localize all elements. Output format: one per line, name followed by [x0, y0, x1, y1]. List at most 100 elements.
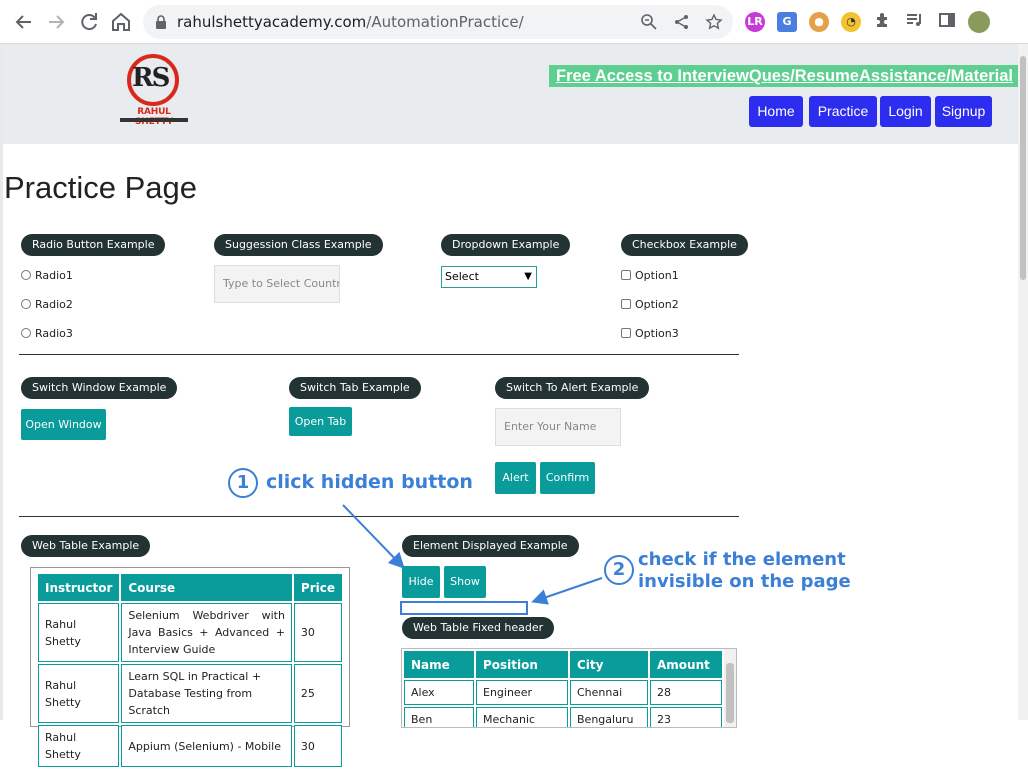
step-2-circle: 2 [604, 555, 634, 585]
column-header: Position [476, 651, 568, 678]
column-header: Amount [650, 651, 722, 678]
table-header-row: Name Position City Amount [404, 651, 722, 678]
profile-avatar[interactable] [968, 11, 990, 33]
gauge-icon[interactable]: ◔ [841, 12, 861, 32]
name-input[interactable]: Enter Your Name [495, 408, 621, 446]
alert-button[interactable]: Alert [495, 462, 536, 494]
open-window-button[interactable]: Open Window [21, 409, 106, 440]
country-autocomplete-input[interactable]: Type to Select Countr [214, 265, 340, 303]
extension-lr-icon[interactable]: LR [745, 12, 765, 32]
scroll-thumb[interactable] [1020, 56, 1026, 280]
table-scrollbar[interactable] [724, 649, 736, 727]
page-scrollbar[interactable] [1018, 44, 1028, 720]
star-icon[interactable] [705, 13, 723, 31]
radio-option-2[interactable]: Radio2 [21, 298, 73, 311]
fixed-table-title: Web Table Fixed header [402, 617, 555, 639]
table-cell: 28 [650, 680, 722, 705]
column-header: Name [404, 651, 474, 678]
checkbox[interactable] [621, 299, 631, 309]
url-text: rahulshettyacademy.com/AutomationPractic… [177, 13, 524, 31]
dropdown-selected-value: Select [445, 270, 479, 283]
table-row: Ben Mechanic Bengaluru 23 [404, 707, 722, 727]
extensions-icon[interactable] [871, 10, 895, 34]
radio-button[interactable] [21, 299, 31, 309]
confirm-button[interactable]: Confirm [540, 462, 595, 494]
radio-option-3[interactable]: Radio3 [21, 327, 73, 340]
back-icon[interactable] [12, 10, 36, 34]
dropdown-section-title: Dropdown Example [441, 234, 571, 256]
table-cell: Bengaluru [570, 707, 648, 727]
translate-icon[interactable]: G [777, 12, 797, 32]
cookie-icon[interactable]: ● [809, 12, 829, 32]
table-cell: 30 [293, 603, 342, 662]
address-bar[interactable]: rahulshettyacademy.com/AutomationPractic… [143, 5, 733, 39]
table-cell: Chennai [570, 680, 648, 705]
section-divider [19, 516, 739, 517]
alert-section-title: Switch To Alert Example [495, 377, 650, 399]
nav-practice-button[interactable]: Practice [809, 96, 877, 127]
web-table-title: Web Table Example [21, 535, 151, 557]
radio-option-1[interactable]: Radio1 [21, 269, 73, 282]
zoom-icon[interactable] [640, 13, 658, 31]
share-icon[interactable] [673, 13, 691, 31]
step-2-line-2: invisible on the page [638, 571, 851, 592]
table-scroll-thumb[interactable] [726, 663, 734, 723]
home-icon[interactable] [109, 10, 133, 34]
step-2-annotation: check if the element invisible on the pa… [638, 549, 851, 593]
show-button[interactable]: Show [444, 566, 486, 598]
step-1-circle: 1 [228, 468, 258, 498]
suggestion-section-title: Suggession Class Example [214, 234, 383, 256]
free-access-link[interactable]: Free Access to InterviewQues/ResumeAssis… [549, 65, 1021, 87]
table-cell: Ben [404, 707, 474, 727]
arrow-to-hide-button [342, 504, 405, 569]
logo-tagline-bar [120, 118, 188, 122]
site-logo[interactable]: RS RAHUL SHETTY [117, 54, 191, 128]
radio-button[interactable] [21, 328, 31, 338]
step-1-annotation: click hidden button [266, 471, 473, 493]
forward-icon[interactable] [44, 10, 68, 34]
checkbox[interactable] [621, 328, 631, 338]
table-header-row: Instructor Course Price [38, 574, 342, 601]
checkbox-label: Option3 [635, 327, 679, 340]
checkbox-section-title: Checkbox Example [621, 234, 748, 256]
media-icon[interactable] [903, 10, 927, 34]
column-header: Course [121, 574, 292, 601]
checkbox-label: Option1 [635, 269, 679, 282]
checkbox-option-3[interactable]: Option3 [621, 327, 679, 340]
section-divider [19, 354, 739, 355]
fixed-header-table: Name Position City Amount Alex Engineer … [402, 649, 724, 727]
checkbox[interactable] [621, 270, 631, 280]
dropdown-select[interactable]: Select ▼ [441, 266, 537, 288]
sidepanel-icon[interactable] [935, 10, 959, 34]
hide-button[interactable]: Hide [402, 566, 440, 598]
radio-button[interactable] [21, 270, 31, 280]
checkbox-option-2[interactable]: Option2 [621, 298, 679, 311]
checkbox-option-1[interactable]: Option1 [621, 269, 679, 282]
table-row: Rahul Shetty Appium (Selenium) - Mobile … [38, 725, 342, 767]
url-domain: rahulshettyacademy.com [177, 13, 367, 31]
lock-icon [155, 14, 167, 29]
table-row: Alex Engineer Chennai 28 [404, 680, 722, 705]
browser-toolbar: rahulshettyacademy.com/AutomationPractic… [0, 0, 1028, 44]
hidden-element-placeholder [400, 601, 528, 615]
table-cell: 23 [650, 707, 722, 727]
nav-signup-button[interactable]: Signup [935, 96, 992, 127]
table-cell: 30 [293, 725, 342, 767]
reload-icon[interactable] [77, 10, 101, 34]
column-header: City [570, 651, 648, 678]
url-path: /AutomationPractice/ [366, 13, 524, 31]
nav-home-button[interactable]: Home [749, 96, 803, 127]
web-table: Instructor Course Price Rahul Shetty Sel… [36, 572, 344, 769]
radio-label: Radio1 [35, 269, 73, 282]
web-table-frame: Instructor Course Price Rahul Shetty Sel… [30, 567, 350, 767]
open-tab-button[interactable]: Open Tab [289, 407, 352, 436]
table-cell: Rahul Shetty [38, 664, 120, 723]
table-cell: Appium (Selenium) - Mobile [121, 725, 292, 767]
table-cell: Selenium Webdriver with Java Basics + Ad… [121, 603, 292, 662]
table-row: Rahul Shetty Learn SQL in Practical + Da… [38, 664, 342, 723]
chevron-down-icon: ▼ [524, 271, 532, 282]
arrow-to-hidden-input [531, 577, 603, 605]
nav-login-button[interactable]: Login [880, 96, 931, 127]
table-cell: Rahul Shetty [38, 603, 120, 662]
logo-initials: RS [132, 63, 170, 93]
